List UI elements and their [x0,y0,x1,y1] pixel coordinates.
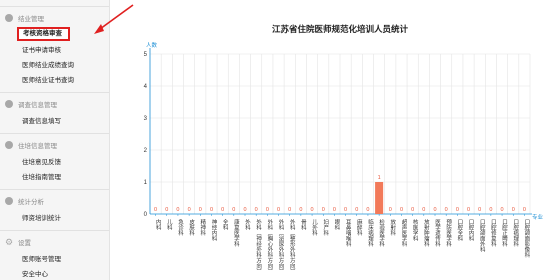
x-tick-label: 放射科 [389,218,396,237]
data-label: 0 [199,207,202,213]
data-label: 0 [422,207,425,213]
x-tick-label: 口腔修复科 [490,219,497,248]
x-tick-label: 眼科 [333,219,340,232]
data-label: 0 [355,207,358,213]
y-tick-label: 2 [144,148,148,154]
data-label: 0 [188,207,191,213]
data-label: 0 [411,207,414,213]
data-label: 0 [523,207,526,213]
x-tick-label: 口腔颌面外科 [479,219,486,254]
x-tick-label: 外科（神经外科方向） [255,218,262,274]
x-tick-label: 康复医学科 [233,218,240,248]
x-tick-label: 外科（泌尿外科方向） [278,218,285,274]
x-tick-label: 儿外科 [311,219,318,237]
data-label: 0 [322,207,325,213]
data-label: 0 [221,207,224,213]
x-tick-label: 口腔内科 [468,219,475,243]
x-tick-label: 放射肿瘤科 [423,218,430,248]
x-tick-label: 口腔正畸科 [501,219,508,248]
x-tick-label: 儿科 [166,219,173,232]
x-tick-label: 妇产科 [322,218,329,237]
chart-plot-area: 0123450内科0儿科0急诊科0皮肤科0精神科0神经内科0全科0康复医学科0外… [144,48,532,274]
x-tick-label: 检验医学科 [378,218,385,248]
x-tick-label: 预防医学科 [445,218,452,248]
x-tick-label: 内科 [155,218,162,232]
x-tick-label: 口腔全科 [456,219,463,243]
bar [375,182,384,214]
data-label: 0 [512,207,515,213]
x-tick-label: 全科 [222,218,229,232]
x-tick-label: 麻醉科 [356,218,363,237]
x-tick-label: 医学遗传科 [434,219,441,248]
x-tick-label: 急诊科 [177,218,184,237]
data-label: 0 [210,207,213,213]
data-label: 0 [389,207,392,213]
data-label: 0 [366,207,369,213]
data-label: 1 [378,175,381,181]
data-label: 0 [489,207,492,213]
x-tick-label: 外科（整形外科方向） [289,218,296,274]
x-tick-label: 神经内科 [210,218,217,243]
data-label: 0 [445,207,448,213]
data-label: 0 [288,207,291,213]
y-tick-label: 1 [144,180,148,186]
x-tick-label: 外科 [244,218,251,232]
x-tick-label: 口腔颌面影像科 [523,219,530,259]
x-tick-label: 精神科 [199,218,206,237]
y-tick-label: 4 [144,84,148,90]
data-label: 0 [501,207,504,213]
data-label: 0 [165,207,168,213]
data-label: 0 [232,207,235,213]
x-tick-label: 临床病理科 [367,218,374,248]
data-label: 0 [344,207,347,213]
x-tick-label: 耳鼻咽喉科 [345,219,352,248]
data-label: 0 [277,207,280,213]
x-tick-label: 骨科 [300,219,307,232]
y-tick-label: 0 [144,212,148,218]
bar-chart: 江苏省住院医师规范化培训人员统计 人数 专业 0123450内科0儿科0急诊科0… [144,24,544,274]
x-tick-label: 外科（胸心外科方向） [266,218,273,274]
data-label: 0 [154,207,157,213]
x-tick-label: 口腔病理科 [512,219,519,248]
data-label: 0 [456,207,459,213]
chart-title: 江苏省住院医师规范化培训人员统计 [272,24,409,34]
data-label: 0 [311,207,314,213]
data-label: 0 [333,207,336,213]
data-label: 0 [400,207,403,213]
data-label: 0 [299,207,302,213]
data-label: 0 [176,207,179,213]
data-label: 0 [478,207,481,213]
data-label: 0 [255,207,258,213]
x-axis-label: 专业 [532,213,544,221]
x-tick-label: 核医学科 [412,218,419,243]
data-label: 0 [467,207,470,213]
y-tick-label: 5 [144,52,148,58]
x-tick-label: 超声医学科 [400,218,407,248]
y-tick-label: 3 [144,116,148,122]
x-tick-label: 皮肤科 [188,218,195,237]
data-label: 0 [243,207,246,213]
data-label: 0 [266,207,269,213]
y-axis-label: 人数 [146,41,158,49]
data-label: 0 [433,207,436,213]
